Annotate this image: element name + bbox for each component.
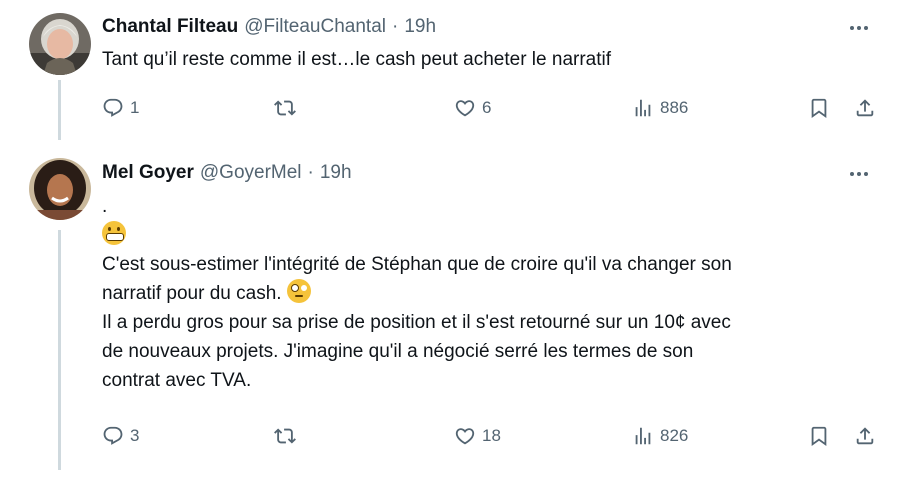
reply-button[interactable]: 1 (102, 96, 139, 120)
reply-count: 1 (130, 98, 140, 117)
thread-connector-line (58, 230, 61, 470)
timestamp[interactable]: 19h (404, 16, 436, 38)
reply-count: 3 (130, 426, 140, 445)
bookmark-button[interactable] (808, 96, 830, 120)
tweet-actions: 1 6 886 (102, 96, 882, 120)
bookmark-button[interactable] (808, 424, 830, 448)
tweet-text-line: . (102, 196, 108, 217)
author-handle[interactable]: @FilteauChantal (244, 16, 386, 38)
tweet[interactable]: Mel Goyer @GoyerMel · 19h . C'est sous-e… (0, 140, 918, 482)
separator-dot: · (392, 16, 399, 37)
tweet-text-line: Il a perdu gros pour sa prise de positio… (102, 312, 731, 333)
tweet-text-line (102, 221, 882, 250)
share-upload-icon (856, 99, 874, 117)
tweet[interactable]: Chantal Filteau @FilteauChantal · 19h Ta… (0, 0, 918, 140)
retweet-arrows-icon (274, 100, 296, 116)
tweet-text-line: de nouveaux projets. J'imagine qu'il a n… (102, 341, 694, 362)
like-count: 18 (482, 426, 501, 445)
share-upload-icon (856, 427, 874, 445)
like-button[interactable]: 6 (454, 96, 491, 120)
tweet-header: Chantal Filteau @FilteauChantal · 19h (102, 16, 436, 38)
reply-button[interactable]: 3 (102, 424, 139, 448)
separator-dot: · (307, 162, 314, 183)
speech-bubble-icon (103, 426, 123, 445)
ellipsis-icon (850, 172, 854, 176)
views-button[interactable]: 826 (632, 424, 688, 448)
retweet-arrows-icon (274, 428, 296, 444)
thread-connector-line (58, 80, 61, 140)
ellipsis-icon (850, 26, 854, 30)
bar-chart-icon (635, 99, 651, 117)
views-button[interactable]: 886 (632, 96, 688, 120)
tweet-text-line: contrat avec TVA. (102, 370, 252, 391)
bookmark-icon (811, 98, 827, 119)
heart-icon (455, 428, 475, 445)
more-options-button[interactable] (846, 164, 872, 184)
bar-chart-icon (635, 427, 651, 445)
share-button[interactable] (854, 96, 876, 120)
view-count: 826 (660, 426, 689, 445)
face-with-rolling-eyes-emoji (286, 279, 311, 303)
retweet-button[interactable] (274, 424, 302, 448)
author-handle[interactable]: @GoyerMel (200, 162, 302, 184)
grimacing-face-emoji (102, 221, 126, 245)
tweet-actions: 3 18 826 (102, 424, 882, 448)
avatar[interactable] (29, 13, 91, 75)
bookmark-icon (811, 426, 827, 447)
heart-icon (455, 100, 475, 117)
tweet-text-line: C'est sous-estimer l'intégrité de Stépha… (102, 254, 732, 275)
tweet-text: . C'est sous-estimer l'intégrité de Stép… (102, 192, 882, 395)
tweet-text-line: Tant qu’il reste comme il est…le cash pe… (102, 49, 612, 70)
avatar[interactable] (29, 158, 91, 220)
timestamp[interactable]: 19h (320, 162, 352, 184)
view-count: 886 (660, 98, 689, 117)
tweet-text-fragment: narratif pour du cash. (102, 283, 282, 304)
like-button[interactable]: 18 (454, 424, 501, 448)
retweet-button[interactable] (274, 96, 302, 120)
tweet-header: Mel Goyer @GoyerMel · 19h (102, 162, 352, 184)
more-options-button[interactable] (846, 18, 872, 38)
author-name[interactable]: Mel Goyer (102, 162, 194, 184)
tweet-text-line: narratif pour du cash. (102, 279, 882, 308)
tweet-text: Tant qu’il reste comme il est…le cash pe… (102, 45, 882, 74)
like-count: 6 (482, 98, 492, 117)
author-name[interactable]: Chantal Filteau (102, 16, 238, 38)
share-button[interactable] (854, 424, 876, 448)
speech-bubble-icon (103, 98, 123, 117)
